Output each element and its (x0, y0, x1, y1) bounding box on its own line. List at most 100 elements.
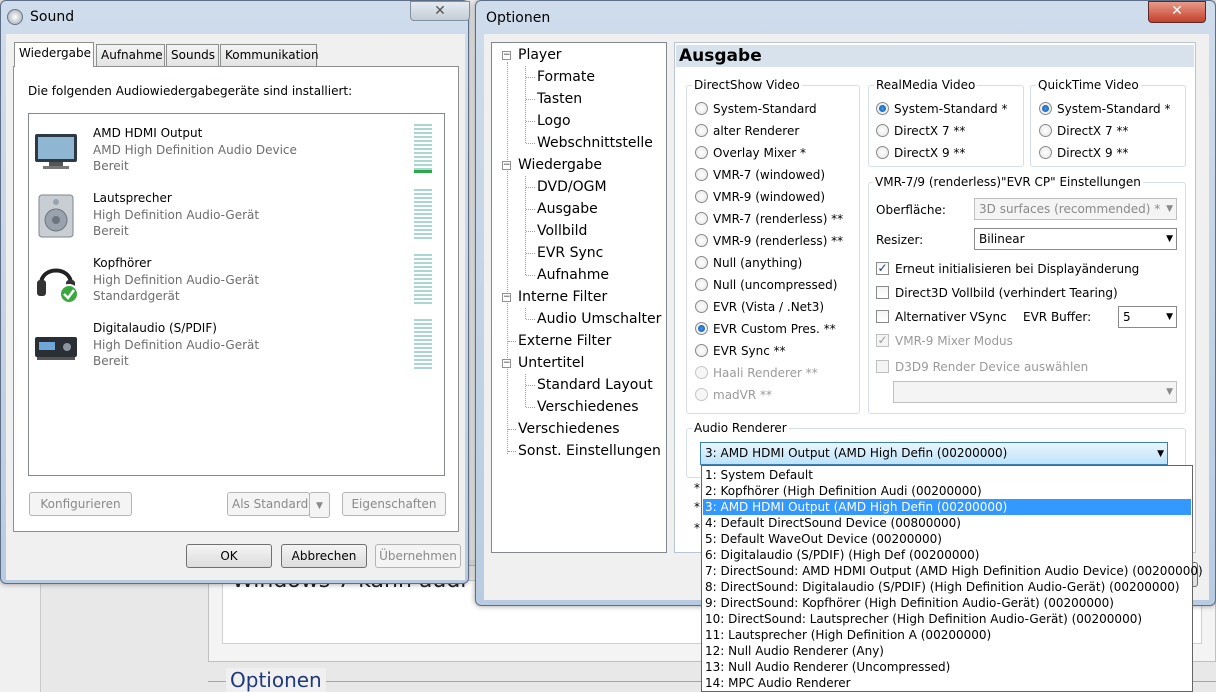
radio-label: madVR ** (713, 388, 773, 402)
chevron-down-icon: ▼ (1166, 234, 1173, 244)
tree-item-aufnahme[interactable]: Aufnahme (537, 267, 609, 283)
close-button[interactable]: ✕ (1148, 1, 1206, 23)
resizer-select[interactable]: Bilinear ▼ (974, 228, 1177, 250)
radio-directshow-option[interactable] (695, 168, 708, 181)
window-title: Sound (30, 9, 75, 25)
evr-buffer-select[interactable]: 5 ▼ (1118, 306, 1177, 328)
select-value: 3: AMD HDMI Output (AMD High Defin (0020… (705, 446, 1008, 460)
radio-directshow-option[interactable] (695, 256, 708, 269)
device-name: AMD HDMI Output (93, 126, 203, 140)
collapse-icon[interactable]: − (502, 359, 511, 368)
cancel-button[interactable]: Abbrechen (281, 544, 367, 568)
radio-label: VMR-9 (renderless) ** (713, 234, 844, 248)
radio-realmedia-directx9[interactable] (876, 146, 889, 159)
dropdown-option[interactable]: 1: System Default (703, 467, 1191, 483)
collapse-icon[interactable]: − (502, 293, 511, 302)
radio-realmedia-system-standard[interactable] (876, 102, 889, 115)
radio-directshow-option[interactable] (695, 344, 708, 357)
dropdown-option[interactable]: 14: MPC Audio Renderer (703, 675, 1191, 691)
alt-vsync-checkbox[interactable] (876, 310, 889, 323)
tree-item-interne-filter[interactable]: Interne Filter (518, 289, 607, 305)
reinit-checkbox[interactable]: ✓ (876, 262, 889, 275)
radio-quicktime-directx7[interactable] (1039, 124, 1052, 137)
tab-sounds[interactable]: Sounds (166, 44, 219, 66)
radio-directshow-option[interactable] (695, 212, 708, 225)
dropdown-option[interactable]: 4: Default DirectSound Device (00800000) (703, 515, 1191, 531)
tree-item-tasten[interactable]: Tasten (537, 91, 582, 107)
tree-item-untertitel[interactable]: Untertitel (518, 355, 584, 371)
dropdown-option[interactable]: 9: DirectSound: Kopfhörer (High Definiti… (703, 595, 1191, 611)
collapse-icon[interactable]: − (502, 161, 511, 170)
dropdown-option[interactable]: 3: AMD HDMI Output (AMD High Defin (0020… (703, 499, 1191, 515)
tab-wiedergabe[interactable]: Wiedergabe (14, 42, 94, 67)
tree-item-ausgabe[interactable]: Ausgabe (537, 201, 598, 217)
tree-line (525, 176, 526, 275)
radio-directshow-option[interactable] (695, 366, 708, 379)
dropdown-option[interactable]: 7: DirectSound: AMD HDMI Output (AMD Hig… (703, 563, 1203, 579)
tree-item-logo[interactable]: Logo (537, 113, 571, 129)
d3d-fullscreen-checkbox[interactable] (876, 286, 889, 299)
level-meter (414, 124, 432, 172)
radio-directshow-option[interactable] (695, 234, 708, 247)
device-description: High Definition Audio-Gerät (93, 273, 260, 287)
radio-directshow-option[interactable] (695, 322, 708, 335)
radio-quicktime-system-standard[interactable] (1039, 102, 1052, 115)
tree-line (526, 99, 535, 100)
device-item[interactable]: Kopfhörer High Definition Audio-Gerät St… (29, 246, 443, 310)
device-status: Standardgerät (93, 289, 180, 303)
radio-directshow-option[interactable] (695, 300, 708, 313)
vmr9-mixer-checkbox[interactable]: ✓ (876, 334, 889, 347)
tab-kommunikation[interactable]: Kommunikation (220, 44, 319, 66)
tree-item-standard-layout[interactable]: Standard Layout (537, 377, 653, 393)
configure-button[interactable]: Konfigurieren (29, 492, 132, 516)
tab-aufnahme[interactable]: Aufnahme (96, 44, 165, 66)
tree-item-externe-filter[interactable]: Externe Filter (518, 333, 611, 349)
radio-realmedia-directx7[interactable] (876, 124, 889, 137)
radio-directshow-option[interactable] (695, 278, 708, 291)
radio-label: alter Renderer (713, 124, 800, 138)
audio-renderer-select[interactable]: 3: AMD HDMI Output (AMD High Defin (0020… (700, 442, 1168, 465)
audio-renderer-dropdown-list[interactable]: 1: System Default 2: Kopfhörer (High Defi… (701, 465, 1203, 692)
set-default-button[interactable]: Als Standard (227, 492, 310, 516)
tab-label: Sounds (171, 48, 216, 62)
tree-item-untertitel-verschiedenes[interactable]: Verschiedenes (537, 399, 639, 415)
tree-item-audio-umschalter[interactable]: Audio Umschalter (537, 311, 661, 327)
surface-select[interactable]: 3D surfaces (recommended) * ▼ (974, 198, 1177, 220)
tree-item-dvd-ogm[interactable]: DVD/OGM (537, 179, 607, 195)
tree-item-vollbild[interactable]: Vollbild (537, 223, 587, 239)
tree-item-webschnittstelle[interactable]: Webschnittstelle (537, 135, 653, 151)
tree-item-sonst-einstellungen[interactable]: Sonst. Einstellungen (518, 443, 661, 459)
dropdown-option[interactable]: 6: Digitalaudio (S/PDIF) (High Def (0020… (703, 547, 1191, 563)
dropdown-option[interactable]: 10: DirectSound: Lautsprecher (High Defi… (703, 611, 1191, 627)
dropdown-option[interactable]: 11: Lautsprecher (High Definition A (002… (703, 627, 1191, 643)
radio-directshow-option[interactable] (695, 102, 708, 115)
tree-item-verschiedenes[interactable]: Verschiedenes (518, 421, 620, 437)
dropdown-option[interactable]: 13: Null Audio Renderer (Uncompressed) (703, 659, 1191, 675)
tree-item-formate[interactable]: Formate (537, 69, 595, 85)
ok-button[interactable]: OK (186, 544, 272, 568)
dropdown-option[interactable]: 8: DirectSound: Digitalaudio (S/PDIF) (H… (703, 579, 1191, 595)
device-list[interactable]: AMD HDMI Output AMD High Definition Audi… (28, 113, 445, 476)
properties-button[interactable]: Eigenschaften (342, 492, 446, 516)
tree-item-player[interactable]: Player (518, 47, 562, 63)
set-default-dropdown-button[interactable]: ▼ (309, 492, 330, 518)
d3d9-device-checkbox[interactable] (876, 360, 889, 373)
radio-directshow-option[interactable] (695, 146, 708, 159)
radio-quicktime-directx9[interactable] (1039, 146, 1052, 159)
tab-label: Aufnahme (101, 48, 163, 62)
radio-directshow-option[interactable] (695, 388, 708, 401)
dropdown-option[interactable]: 5: Default WaveOut Device (00200000) (703, 531, 1191, 547)
d3d9-device-select[interactable]: ▼ (893, 381, 1177, 403)
radio-directshow-option[interactable] (695, 124, 708, 137)
tree-item-wiedergabe[interactable]: Wiedergabe (518, 157, 602, 173)
device-item[interactable]: AMD HDMI Output AMD High Definition Audi… (29, 116, 443, 180)
collapse-icon[interactable]: − (502, 51, 511, 60)
dropdown-option[interactable]: 2: Kopfhörer (High Definition Audi (0020… (703, 483, 1191, 499)
radio-directshow-option[interactable] (695, 190, 708, 203)
device-item[interactable]: Lautsprecher High Definition Audio-Gerät… (29, 181, 443, 245)
close-button[interactable]: ✕ (410, 1, 470, 21)
device-item[interactable]: Digitalaudio (S/PDIF) High Definition Au… (29, 311, 443, 375)
tree-item-evr-sync[interactable]: EVR Sync (537, 245, 603, 261)
apply-button[interactable]: Übernehmen (375, 544, 461, 568)
dropdown-option[interactable]: 12: Null Audio Renderer (Any) (703, 643, 1191, 659)
